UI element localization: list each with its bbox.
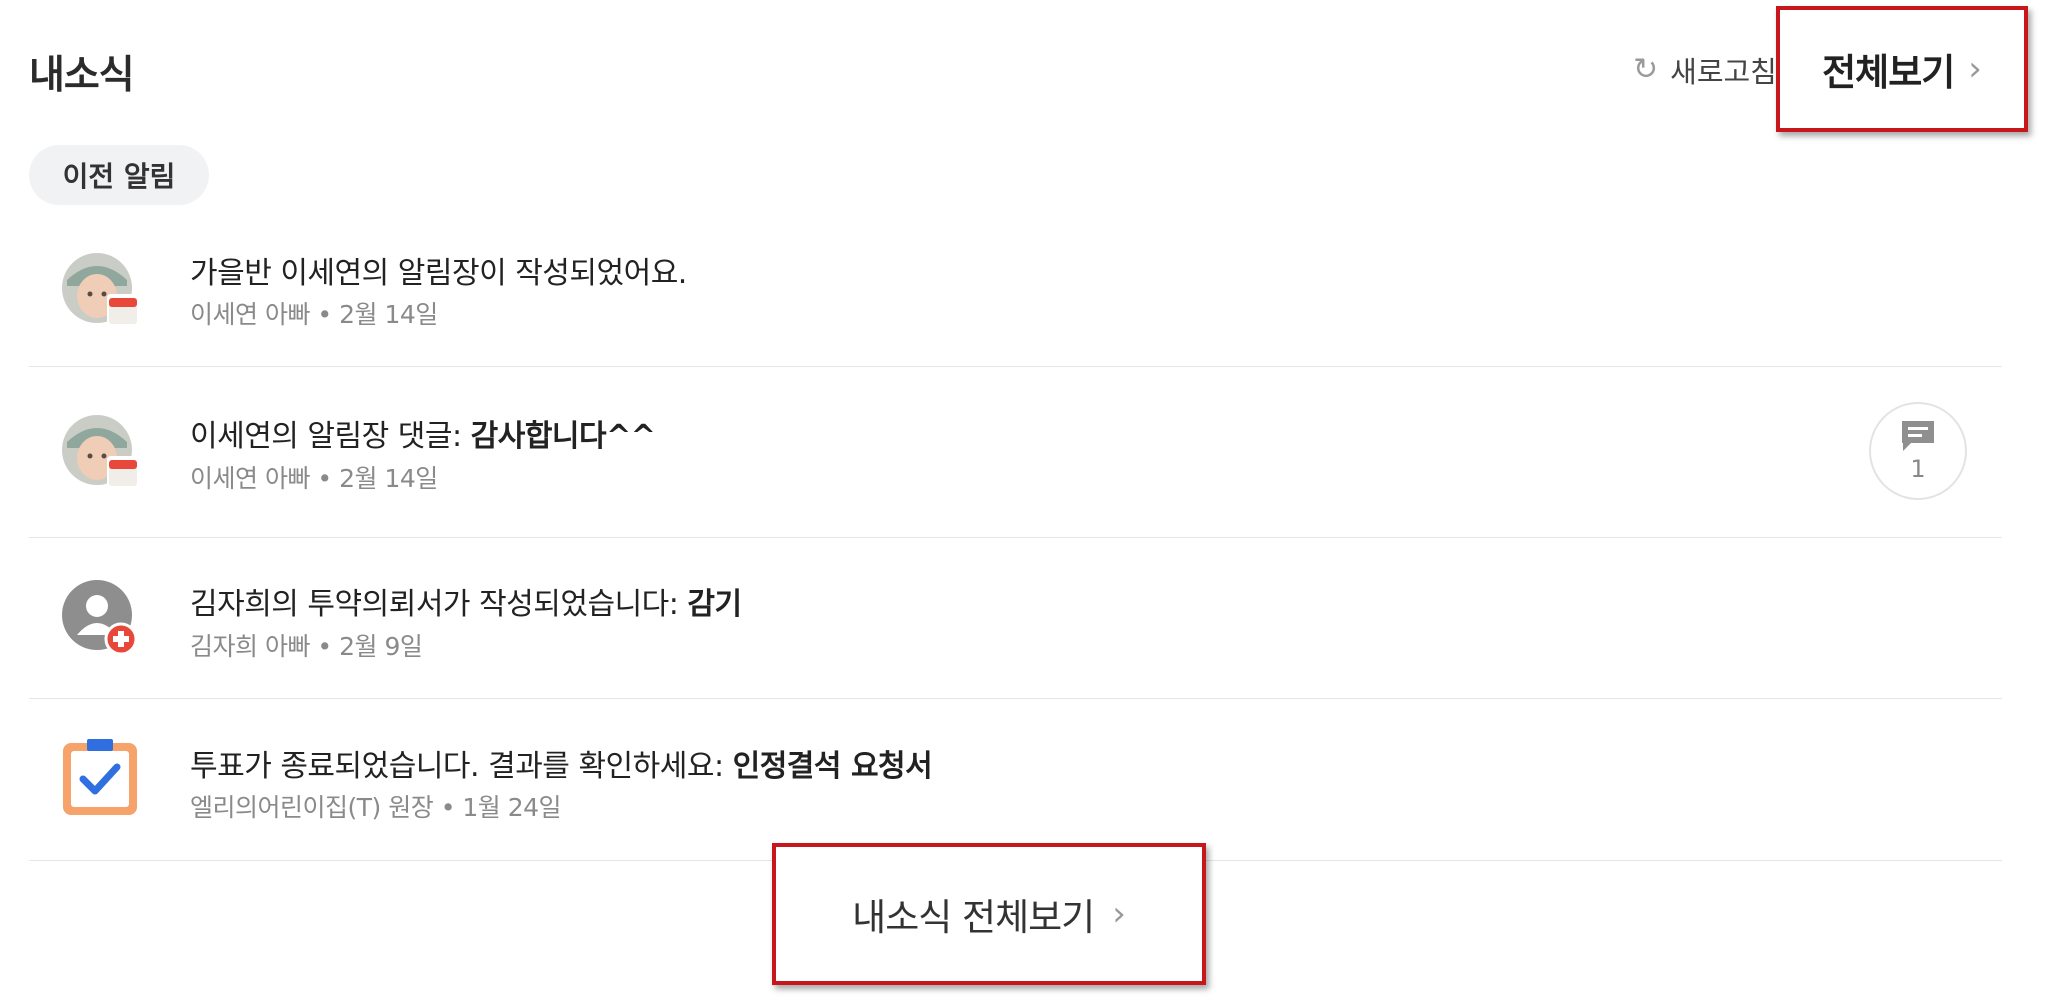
notification-meta: 엘리의어린이집(T) 원장 • 1월 24일 — [190, 793, 562, 822]
child-photo-avatar-icon — [62, 253, 139, 326]
list-item[interactable]: 이세연의 알림장 댓글: 감사합니다^^ 이세연 아빠 • 2월 14일 1 — [29, 367, 2002, 538]
list-item[interactable]: 김자희의 투약의뢰서가 작성되었습니다: 감기 김자희 아빠 • 2월 9일 — [29, 538, 2002, 699]
chevron-right-icon: › — [1968, 49, 1982, 89]
comment-badge[interactable]: 1 — [1869, 402, 1967, 500]
previous-notifications-pill[interactable]: 이전 알림 — [29, 145, 209, 205]
refresh-button[interactable]: ↻ 새로고침 — [1633, 50, 1783, 90]
comment-count: 1 — [1910, 455, 1926, 483]
vote-checkbox-icon — [63, 739, 137, 815]
person-avatar-icon — [62, 580, 138, 656]
notification-title: 가을반 이세연의 알림장이 작성되었어요. — [190, 256, 687, 291]
notification-meta: 김자희 아빠 • 2월 9일 — [190, 632, 423, 661]
notification-title: 이세연의 알림장 댓글: 감사합니다^^ — [190, 419, 656, 454]
list-item[interactable]: 가을반 이세연의 알림장이 작성되었어요. 이세연 아빠 • 2월 14일 — [29, 230, 2002, 367]
child-photo-avatar-icon — [62, 415, 139, 488]
comment-icon — [1902, 421, 1934, 451]
list-item[interactable]: 투표가 종료되었습니다. 결과를 확인하세요: 인정결석 요청서 엘리의어린이집… — [29, 699, 2002, 861]
refresh-icon: ↻ — [1633, 52, 1659, 87]
page-title: 내소식 — [29, 53, 135, 98]
view-all-news-label: 내소식 전체보기 — [852, 896, 1095, 939]
view-all-label: 전체보기 — [1822, 51, 1955, 94]
notification-title: 김자희의 투약의뢰서가 작성되었습니다: 감기 — [190, 587, 742, 622]
notification-meta: 이세연 아빠 • 2월 14일 — [190, 300, 438, 329]
notification-title: 투표가 종료되었습니다. 결과를 확인하세요: 인정결석 요청서 — [190, 749, 933, 784]
view-all-button[interactable]: 전체보기 › — [1776, 6, 2028, 132]
chevron-right-icon: › — [1112, 894, 1126, 934]
view-all-news-button[interactable]: 내소식 전체보기 › — [772, 843, 1206, 985]
notification-meta: 이세연 아빠 • 2월 14일 — [190, 464, 438, 493]
refresh-label: 새로고침 — [1670, 55, 1777, 89]
